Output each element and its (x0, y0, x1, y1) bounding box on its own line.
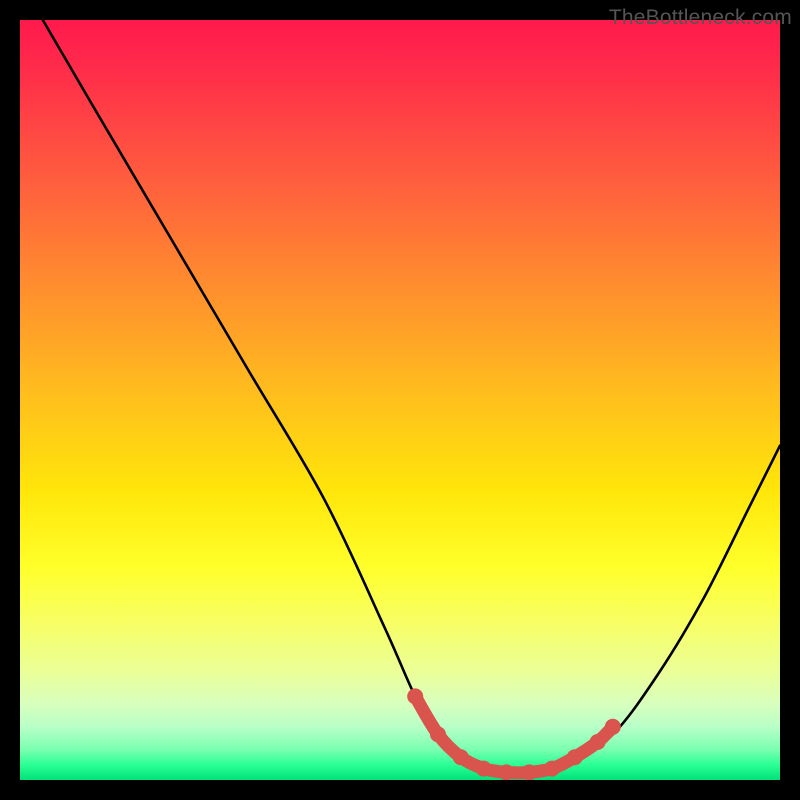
marker-dot (544, 761, 560, 777)
curve-svg (20, 20, 780, 780)
marker-dot (476, 761, 492, 777)
bottleneck-curve (43, 20, 780, 774)
marker-dot (605, 719, 621, 735)
plot-area (20, 20, 780, 780)
marker-dot (521, 764, 537, 780)
marker-dot (407, 688, 423, 704)
watermark-text: TheBottleneck.com (609, 6, 792, 30)
marker-dot (498, 764, 514, 780)
marker-dot (590, 734, 606, 750)
marker-dot (453, 749, 469, 765)
marker-dot (430, 726, 446, 742)
marker-dot (567, 749, 583, 765)
marker-group (407, 688, 621, 780)
chart-container: TheBottleneck.com (0, 0, 800, 800)
